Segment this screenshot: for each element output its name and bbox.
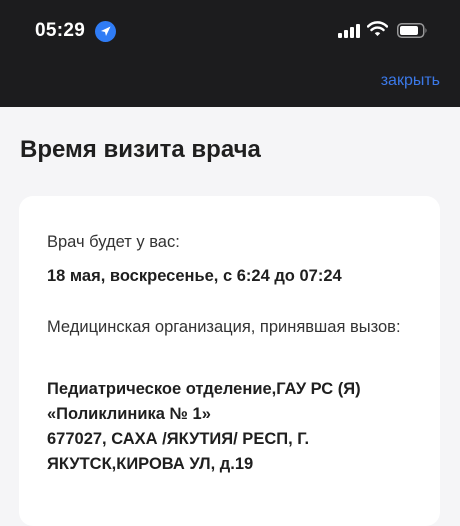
doctor-arrival-time: 18 мая, воскресенье, с 6:24 до 07:24 <box>47 267 342 285</box>
top-bar <box>0 0 460 107</box>
battery-icon <box>397 23 427 38</box>
organization-line: Педиатрическое отделение,ГАУ РС (Я) <box>47 380 361 398</box>
page-title: Время визита врача <box>20 136 261 163</box>
organization-line: «Поликлиника № 1» <box>47 405 211 423</box>
wifi-icon <box>367 21 388 36</box>
organization-label: Медицинская организация, принявшая вызов… <box>47 318 401 336</box>
status-time: 05:29 <box>35 20 86 41</box>
doctor-arrival-label: Врач будет у вас: <box>47 233 180 251</box>
organization-line: ЯКУТСК,КИРОВА УЛ, д.19 <box>47 455 254 473</box>
close-link[interactable]: закрыть <box>381 72 440 90</box>
organization-details: Педиатрическое отделение,ГАУ РС (Я) «Пол… <box>47 377 427 477</box>
signal-icon <box>338 24 360 38</box>
location-arrow-icon <box>95 21 116 42</box>
organization-line: 677027, САХА /ЯКУТИЯ/ РЕСП, Г. <box>47 430 310 448</box>
